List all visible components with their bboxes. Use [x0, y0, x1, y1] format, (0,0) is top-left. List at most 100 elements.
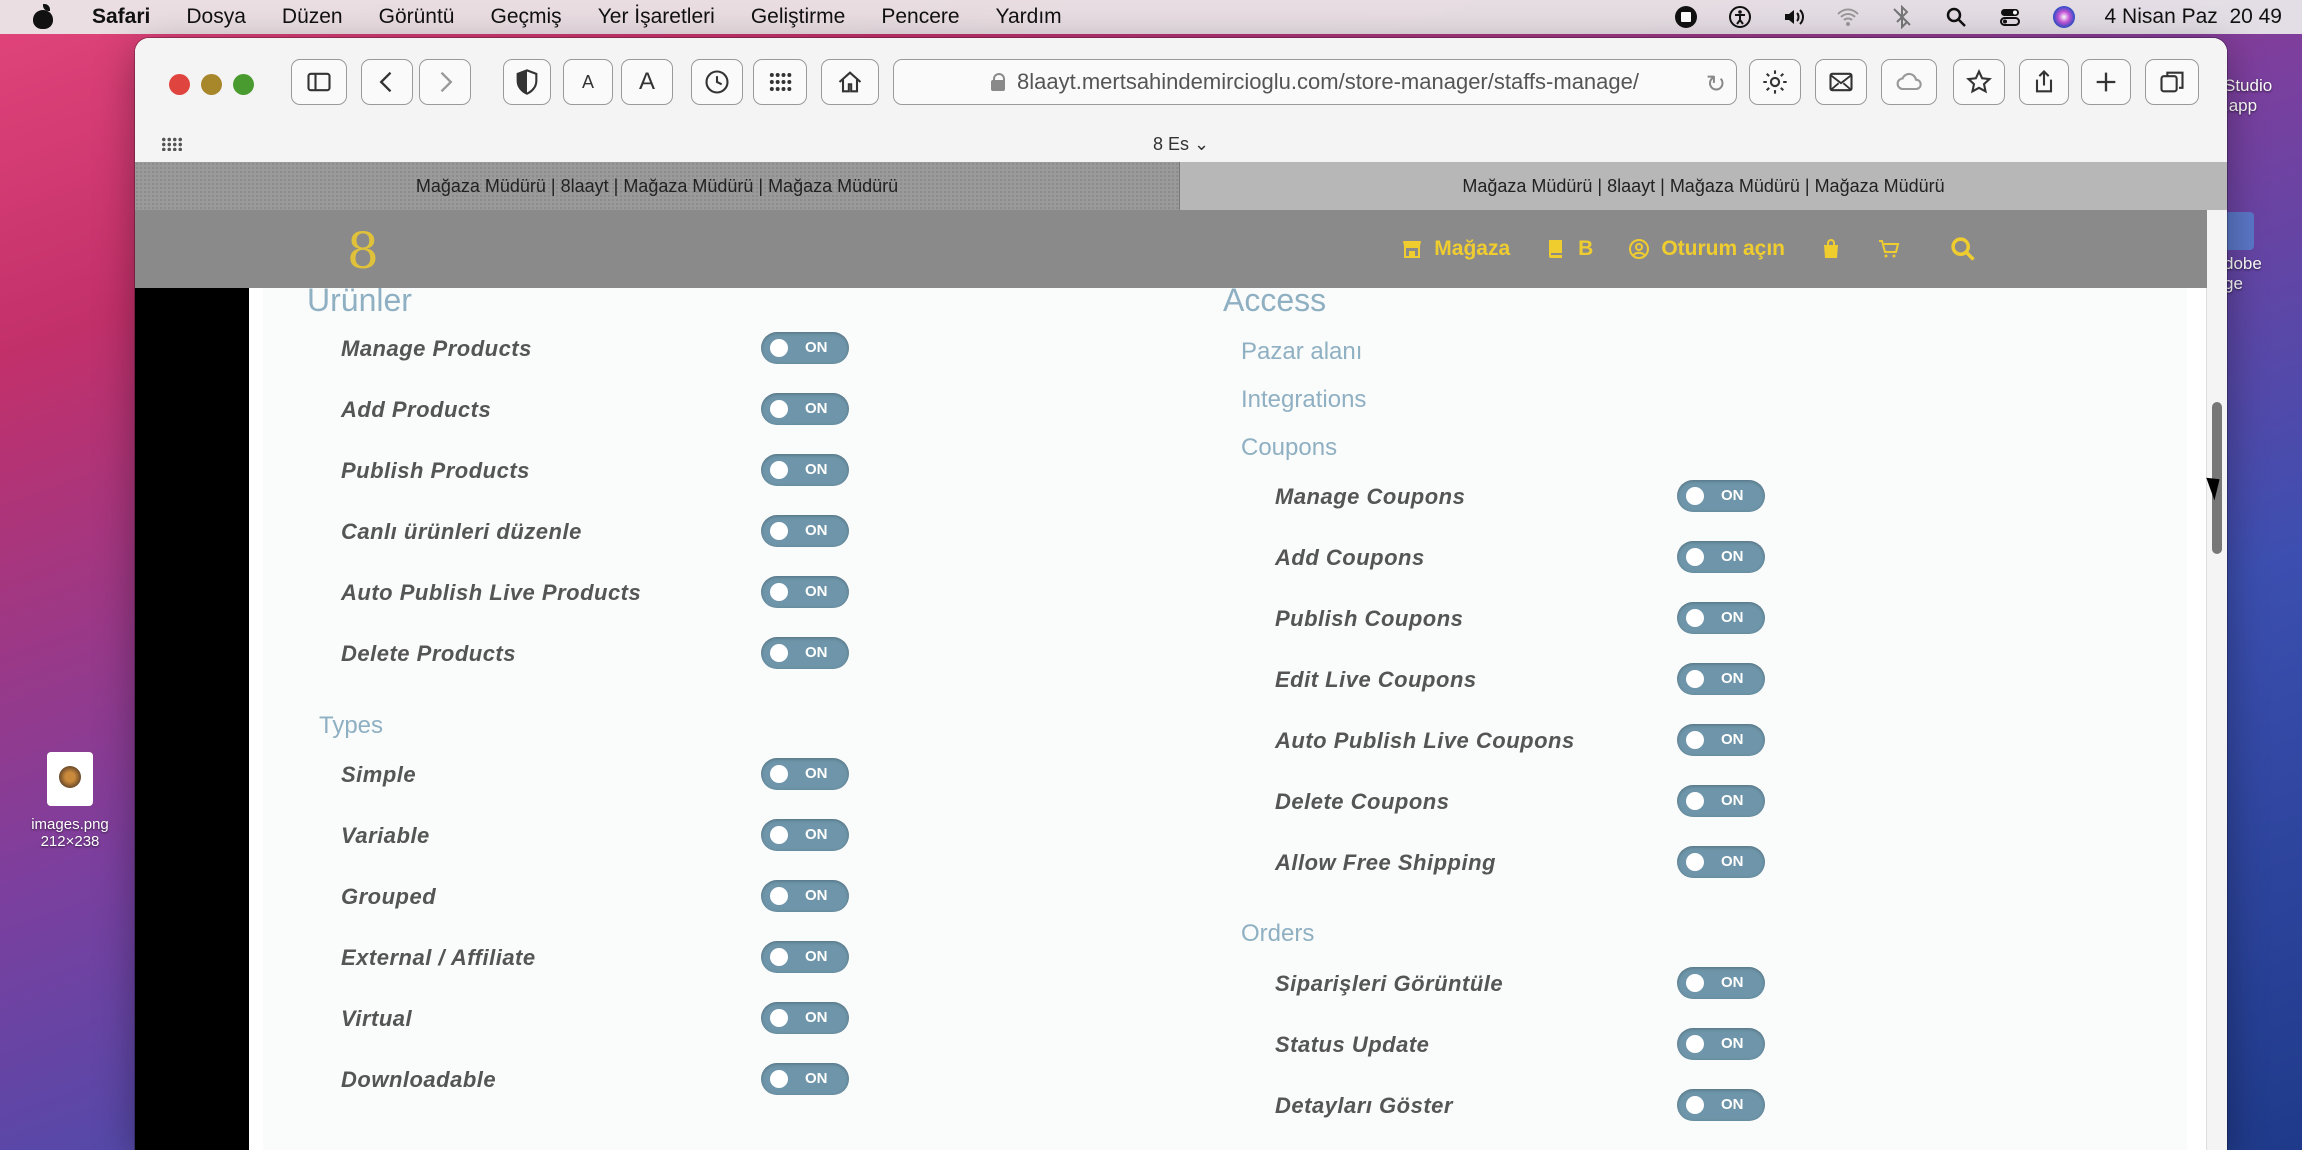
- menu-app-safari[interactable]: Safari: [92, 5, 150, 29]
- type-downloadable-toggle[interactable]: ON: [761, 1063, 849, 1095]
- nav-cart[interactable]: [1877, 237, 1901, 261]
- allow-free-shipping-toggle[interactable]: ON: [1677, 846, 1765, 878]
- url-text: 8laayt.mertsahindemircioglu.com/store-ma…: [1017, 69, 1639, 94]
- marketplace-link[interactable]: Pazar alanı: [1241, 338, 1362, 366]
- new-tab-button[interactable]: [2081, 59, 2131, 105]
- perm-label: Detayları Göster: [1275, 1093, 1453, 1118]
- wifi-icon[interactable]: [1835, 4, 1861, 30]
- nav-store-link[interactable]: Mağaza: [1400, 237, 1510, 261]
- nav-search[interactable]: [1949, 235, 1977, 263]
- close-window-button[interactable]: [169, 74, 190, 95]
- reload-icon[interactable]: ↻: [1706, 70, 1726, 99]
- clock-icon: [705, 70, 729, 94]
- back-button[interactable]: [361, 59, 413, 105]
- desktop-file-name: images.png: [31, 816, 109, 833]
- favorites-folder[interactable]: 8 Es ⌄: [135, 134, 2227, 155]
- publish-products-toggle[interactable]: ON: [761, 454, 849, 486]
- shopping-bag-icon: [1824, 239, 1838, 258]
- auto-publish-live-products-toggle[interactable]: ON: [761, 576, 849, 608]
- sidebar-toggle-button[interactable]: [291, 59, 347, 105]
- home-button[interactable]: [821, 59, 879, 105]
- accessibility-icon[interactable]: [1727, 4, 1753, 30]
- manage-products-toggle[interactable]: ON: [761, 332, 849, 364]
- desktop-app-adobe[interactable]: dobe ge: [2224, 212, 2262, 294]
- delete-coupons-toggle[interactable]: ON: [1677, 785, 1765, 817]
- spotlight-search-icon[interactable]: [1943, 4, 1969, 30]
- control-center-icon[interactable]: [1997, 4, 2023, 30]
- edit-live-products-toggle[interactable]: ON: [761, 515, 849, 547]
- status-update-toggle[interactable]: ON: [1677, 1028, 1765, 1060]
- perm-label: Siparişleri Görüntüle: [1275, 971, 1504, 996]
- settings-button[interactable]: [1749, 59, 1801, 105]
- edit-live-coupons-toggle[interactable]: ON: [1677, 663, 1765, 695]
- nav-login-link[interactable]: Oturum açın: [1627, 237, 1785, 261]
- menu-help[interactable]: Yardım: [996, 5, 1062, 29]
- perm-label: Delete Products: [341, 641, 516, 666]
- menu-window[interactable]: Pencere: [881, 5, 959, 29]
- site-logo[interactable]: 8: [347, 222, 379, 280]
- minimize-window-button[interactable]: [201, 74, 222, 95]
- toggle-on-label: ON: [805, 400, 828, 417]
- nav-book-link[interactable]: B: [1544, 237, 1593, 261]
- menu-view[interactable]: Görüntü: [379, 5, 455, 29]
- toggle-on-label: ON: [805, 948, 828, 965]
- toggle-on-label: ON: [1721, 731, 1744, 748]
- tab-overview-button[interactable]: [2145, 59, 2199, 105]
- add-coupons-toggle[interactable]: ON: [1677, 541, 1765, 573]
- coupons-group-label: Coupons: [1241, 434, 1338, 461]
- toggle-on-label: ON: [805, 887, 828, 904]
- mail-button[interactable]: [1815, 59, 1867, 105]
- extensions-grid-button[interactable]: [753, 59, 807, 105]
- auto-publish-live-coupons-toggle[interactable]: ON: [1677, 724, 1765, 756]
- siri-icon[interactable]: [2051, 4, 2077, 30]
- page-scrollbar[interactable]: [2206, 210, 2227, 1150]
- share-button[interactable]: [2019, 59, 2069, 105]
- font-smaller-button[interactable]: A: [563, 59, 613, 105]
- icloud-button[interactable]: [1881, 59, 1937, 105]
- toggle-on-label: ON: [1721, 670, 1744, 687]
- menu-file[interactable]: Dosya: [186, 5, 246, 29]
- type-virtual-toggle[interactable]: ON: [761, 1002, 849, 1034]
- toggle-on-label: ON: [1721, 1096, 1744, 1113]
- apple-menu-icon[interactable]: [32, 4, 54, 29]
- type-grouped-toggle[interactable]: ON: [761, 880, 849, 912]
- publish-coupons-toggle[interactable]: ON: [1677, 602, 1765, 634]
- menu-develop[interactable]: Geliştirme: [751, 5, 846, 29]
- dashboard-sidebar: [135, 288, 249, 1150]
- integrations-link[interactable]: Integrations: [1241, 386, 1366, 414]
- menu-edit[interactable]: Düzen: [282, 5, 343, 29]
- screen-record-icon[interactable]: [1673, 4, 1699, 30]
- font-larger-button[interactable]: A: [621, 59, 673, 105]
- adobe-file-icon: [2224, 212, 2254, 250]
- tab-store-manager-2[interactable]: Mağaza Müdürü | 8laayt | Mağaza Müdürü |…: [1180, 162, 2227, 210]
- volume-icon[interactable]: [1781, 4, 1807, 30]
- delete-products-toggle[interactable]: ON: [761, 637, 849, 669]
- desktop-app-studio-label: Studio: [2224, 76, 2273, 95]
- chevron-left-icon: [379, 71, 392, 93]
- type-simple-toggle[interactable]: ON: [761, 758, 849, 790]
- bookmark-star-button[interactable]: [1953, 59, 2005, 105]
- add-products-toggle[interactable]: ON: [761, 393, 849, 425]
- manage-coupons-toggle[interactable]: ON: [1677, 480, 1765, 512]
- address-bar[interactable]: 8laayt.mertsahindemircioglu.com/store-ma…: [893, 59, 1737, 105]
- perm-label: Add Products: [341, 397, 492, 422]
- menubar-datetime[interactable]: 4 Nisan Paz 20 49: [2105, 5, 2282, 29]
- view-orders-toggle[interactable]: ON: [1677, 967, 1765, 999]
- menu-history[interactable]: Geçmiş: [491, 5, 562, 29]
- type-external-affiliate-toggle[interactable]: ON: [761, 941, 849, 973]
- tab-store-manager-1[interactable]: Mağaza Müdürü | 8laayt | Mağaza Müdürü |…: [135, 162, 1180, 210]
- forward-button[interactable]: [419, 59, 471, 105]
- perm-label: Manage Coupons: [1275, 484, 1466, 509]
- menu-bookmarks[interactable]: Yer İşaretleri: [598, 5, 715, 29]
- staff-permissions-panel: Ürünler Manage Products ON Add Products …: [263, 282, 2187, 1150]
- show-details-toggle[interactable]: ON: [1677, 1089, 1765, 1121]
- perm-label: Add Coupons: [1275, 545, 1425, 570]
- zoom-window-button[interactable]: [233, 74, 254, 95]
- type-variable-toggle[interactable]: ON: [761, 819, 849, 851]
- privacy-shield-button[interactable]: [503, 59, 551, 105]
- desktop-app-studio[interactable]: Studio .app: [2224, 76, 2272, 116]
- bluetooth-off-icon[interactable]: [1889, 4, 1915, 30]
- nav-shopping-bag[interactable]: [1819, 237, 1843, 261]
- history-button[interactable]: [691, 59, 743, 105]
- desktop-file-images[interactable]: images.png 212×238: [18, 752, 122, 850]
